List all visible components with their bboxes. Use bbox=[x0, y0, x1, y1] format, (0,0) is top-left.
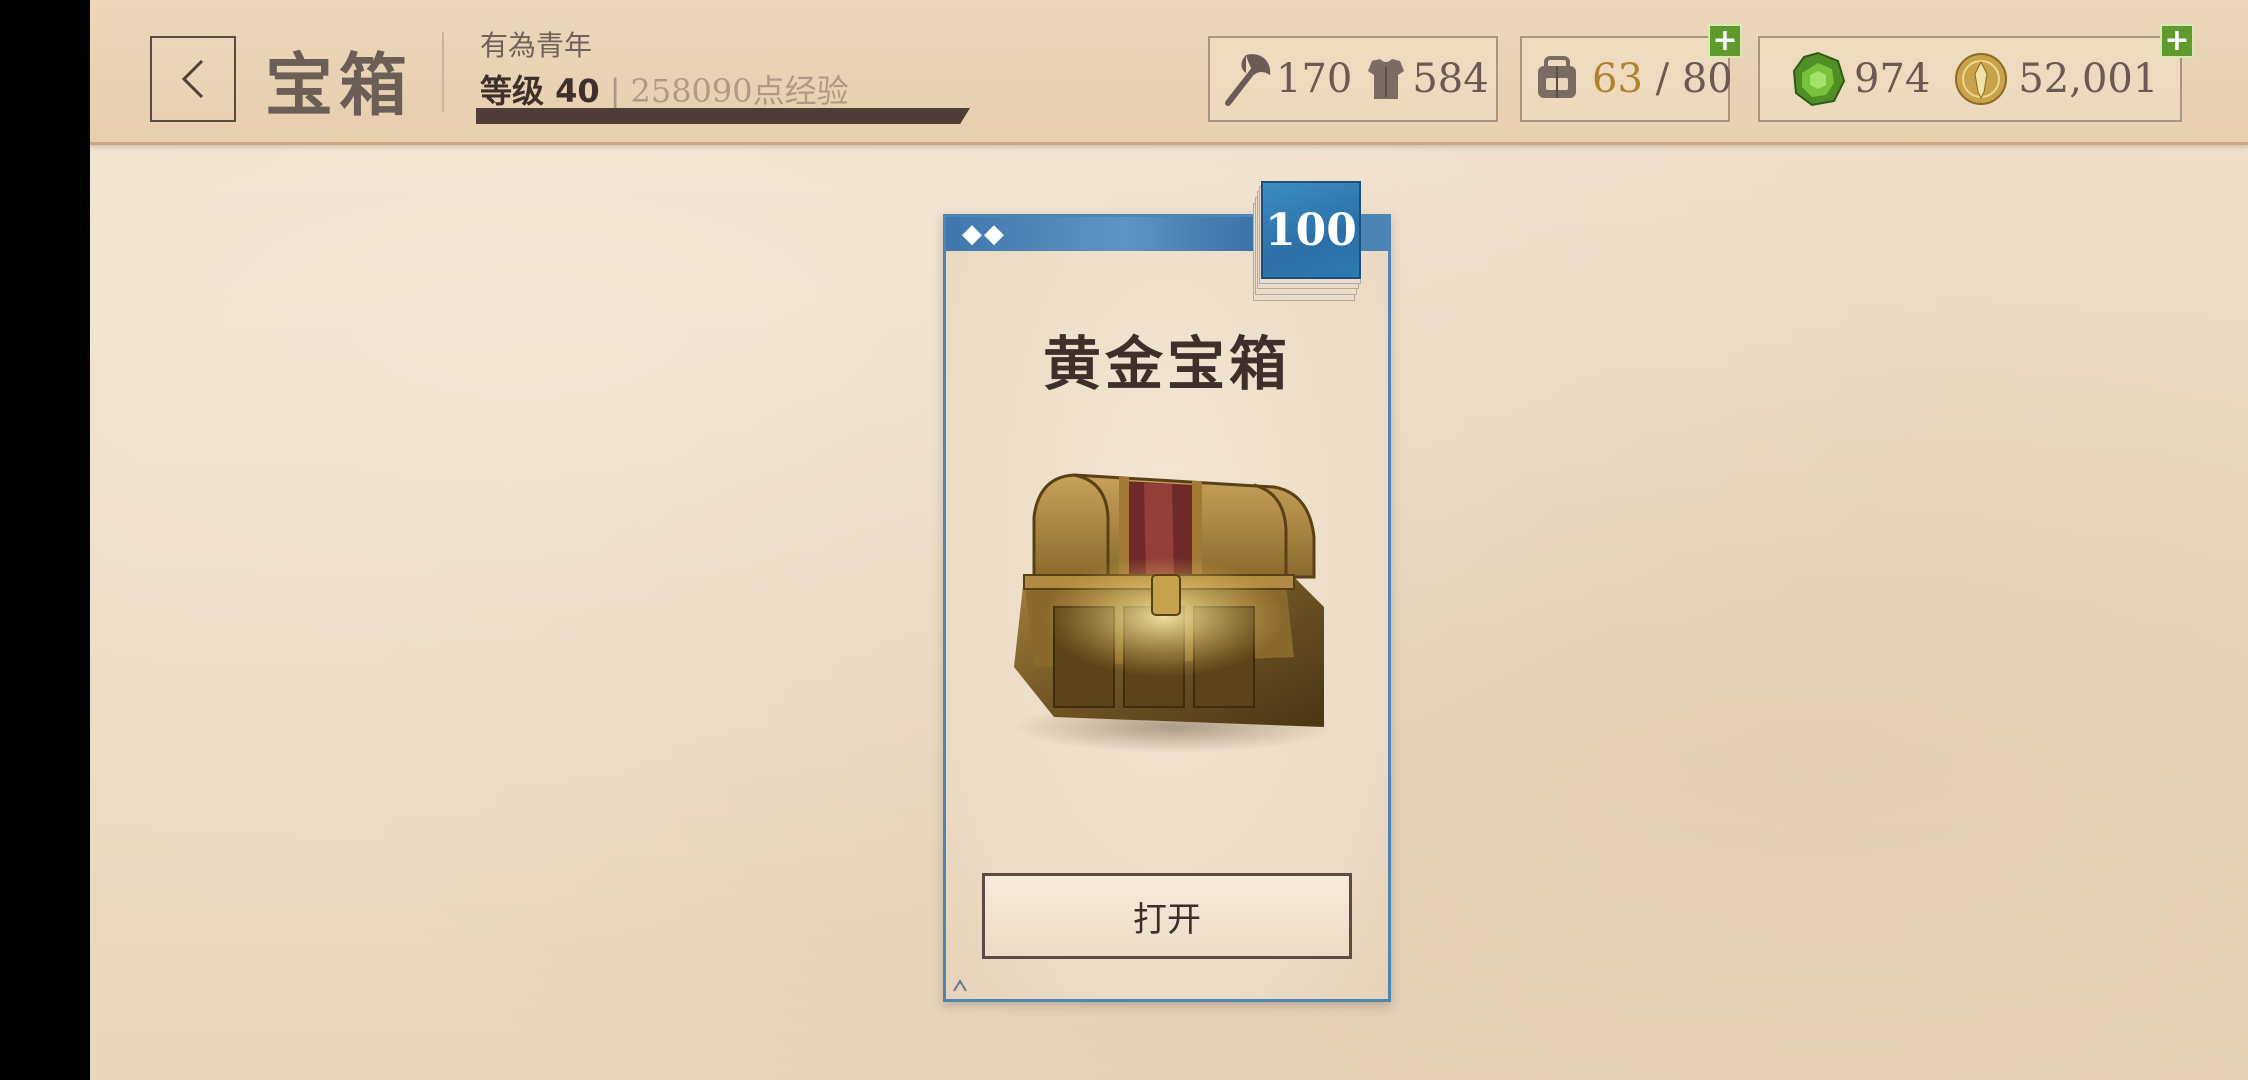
armor-value: 584 bbox=[1412, 56, 1489, 102]
plus-icon: + bbox=[2164, 23, 2190, 58]
top-bar: 宝箱 有為青年 等级 40 | 258090点经验 170 584 63 / 8… bbox=[90, 0, 2248, 145]
chest-count-badge: 100 bbox=[1253, 181, 1361, 301]
inventory-separator: / bbox=[1642, 56, 1682, 102]
card-corner-mark bbox=[953, 979, 967, 992]
gold-value: 52,001 bbox=[2018, 56, 2159, 102]
add-inventory-button[interactable]: + bbox=[1708, 24, 1742, 58]
chest-count: 100 bbox=[1261, 181, 1361, 279]
gold-coin-icon bbox=[1954, 52, 2008, 106]
inventory-box[interactable]: 63 / 80 + bbox=[1520, 24, 1742, 122]
combat-stats-box[interactable]: 170 584 bbox=[1208, 36, 1498, 122]
chest-card[interactable]: ◆◆ 100 黄金宝箱 打开 bbox=[943, 181, 1391, 1002]
game-screen: 宝箱 有為青年 等级 40 | 258090点经验 170 584 63 / 8… bbox=[0, 0, 2248, 1080]
currency-box[interactable]: 974 52,001 + bbox=[1758, 24, 2194, 122]
armor-icon bbox=[1366, 55, 1406, 103]
chevron-left-icon bbox=[181, 59, 204, 99]
backpack-icon bbox=[1532, 54, 1582, 104]
axe-icon bbox=[1220, 49, 1274, 109]
title-divider bbox=[442, 32, 444, 112]
level-separator: | bbox=[609, 72, 621, 110]
rarity-marks: ◆◆ bbox=[962, 219, 1006, 249]
level-label: 等级 40 bbox=[480, 72, 600, 110]
gems-value: 974 bbox=[1854, 56, 1931, 102]
inventory-current: 63 bbox=[1592, 56, 1643, 102]
level-line: 等级 40 | 258090点经验 bbox=[480, 66, 849, 112]
plus-icon: + bbox=[1712, 23, 1738, 58]
player-title: 有為青年 bbox=[480, 29, 593, 62]
xp-label: 258090点经验 bbox=[630, 72, 849, 110]
open-button[interactable]: 打开 bbox=[982, 873, 1352, 959]
page-title: 宝箱 bbox=[265, 47, 414, 126]
attack-value: 170 bbox=[1276, 56, 1353, 102]
add-currency-button[interactable]: + bbox=[2160, 24, 2194, 58]
gold-chest-image bbox=[1014, 473, 1334, 753]
gem-icon bbox=[1790, 51, 1846, 107]
inventory-max: 80 bbox=[1681, 56, 1733, 102]
xp-progress-bar bbox=[476, 108, 970, 124]
chest-name: 黄金宝箱 bbox=[1042, 330, 1291, 398]
back-button[interactable] bbox=[150, 36, 236, 122]
